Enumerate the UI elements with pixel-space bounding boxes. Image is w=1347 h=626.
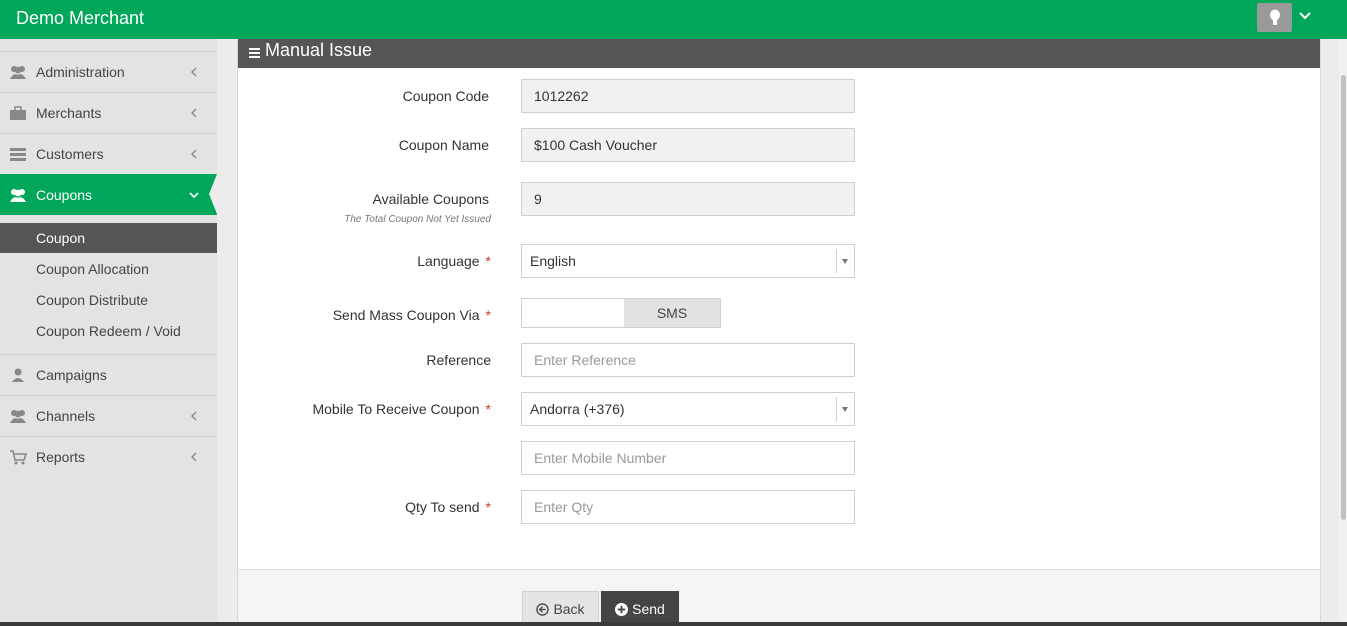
dropdown-caret-icon xyxy=(836,249,854,273)
list-icon xyxy=(10,148,26,161)
chevron-left-icon xyxy=(191,67,197,77)
available-coupons-label: Available Coupons xyxy=(372,191,490,207)
available-coupons-hint: The Total Coupon Not Yet Issued xyxy=(344,214,491,225)
sidebar-item-label: Merchants xyxy=(36,105,102,121)
coupon-name-value: $100 Cash Voucher xyxy=(534,137,657,153)
sidebar-subitem-label: Coupon Distribute xyxy=(36,292,149,308)
available-coupons-field: 9 xyxy=(521,182,855,216)
mobile-number-placeholder: Enter Mobile Number xyxy=(534,450,667,466)
available-coupons-value: 9 xyxy=(534,191,542,207)
qty-placeholder: Enter Qty xyxy=(534,499,594,515)
back-button[interactable]: Back xyxy=(522,591,599,626)
country-code-value: Andorra (+376) xyxy=(530,401,625,417)
qty-label-text: Qty To send xyxy=(405,499,480,515)
menu-icon xyxy=(249,48,260,58)
chevron-down-icon xyxy=(189,192,199,199)
language-select[interactable]: English xyxy=(521,244,855,278)
chevron-left-icon xyxy=(191,411,197,421)
arrow-left-circle-icon xyxy=(536,602,550,616)
mobile-number-input[interactable]: Enter Mobile Number xyxy=(521,441,855,475)
user-avatar[interactable] xyxy=(1257,3,1292,32)
send-button[interactable]: Send xyxy=(601,591,679,626)
cart-icon xyxy=(10,450,27,465)
lightbulb-icon xyxy=(1269,9,1280,25)
sidebar-item-label: Administration xyxy=(36,64,125,80)
send-button-label: Send xyxy=(632,601,665,617)
sidebar-item-reports[interactable]: Reports xyxy=(0,436,217,477)
send-via-option-empty[interactable] xyxy=(522,299,624,327)
required-marker: * xyxy=(485,499,491,515)
send-via-toggle-group: SMS xyxy=(521,298,721,328)
sidebar-subitem-label: Coupon xyxy=(36,230,86,246)
page-title: Manual Issue xyxy=(265,40,373,60)
required-marker: * xyxy=(485,307,491,323)
coupon-code-value: 1012262 xyxy=(534,88,589,104)
reference-label: Reference xyxy=(426,352,491,368)
panel-footer: Back Send xyxy=(238,569,1320,626)
active-indicator xyxy=(209,174,217,214)
dropdown-caret-icon xyxy=(836,397,854,421)
sidebar-subitem-label: Coupon Redeem / Void xyxy=(36,323,181,339)
top-bar: Demo Merchant xyxy=(0,0,1347,39)
required-marker: * xyxy=(485,253,491,269)
sidebar-item-coupons[interactable]: Coupons xyxy=(0,174,217,215)
language-value: English xyxy=(530,253,576,269)
coupon-name-label: Coupon Name xyxy=(398,137,489,153)
users-icon xyxy=(10,410,26,423)
sidebar-item-label: Coupons xyxy=(36,187,93,203)
mobile-label-text: Mobile To Receive Coupon xyxy=(312,401,480,417)
sidebar-item-channels[interactable]: Channels xyxy=(0,395,217,436)
language-label-text: Language xyxy=(417,253,480,269)
user-icon xyxy=(12,368,24,382)
sidebar-item-customers[interactable]: Customers xyxy=(0,133,217,174)
reference-placeholder: Enter Reference xyxy=(534,352,636,368)
chevron-left-icon xyxy=(191,149,197,159)
sidebar-item-label: Campaigns xyxy=(36,367,107,383)
sidebar-item-administration[interactable]: Administration xyxy=(0,51,217,92)
sidebar-item-label: Reports xyxy=(36,449,86,465)
back-button-label: Back xyxy=(553,601,585,617)
plus-circle-icon xyxy=(615,602,629,616)
users-icon xyxy=(10,66,26,79)
coupon-code-label: Coupon Code xyxy=(402,88,489,104)
sidebar-item-label: Customers xyxy=(36,146,104,162)
country-code-select[interactable]: Andorra (+376) xyxy=(521,392,855,426)
language-label: Language * xyxy=(417,253,491,269)
qty-label: Qty To send * xyxy=(405,499,491,515)
coupon-name-field: $100 Cash Voucher xyxy=(521,128,855,162)
chevron-left-icon xyxy=(191,452,197,462)
sidebar-subitem-coupon-redeem-void[interactable]: Coupon Redeem / Void xyxy=(0,316,217,346)
brand-name[interactable]: Demo Merchant xyxy=(16,8,144,29)
panel-header: Manual Issue xyxy=(238,39,1320,68)
chevron-down-icon[interactable] xyxy=(1297,8,1313,24)
sidebar-item-merchants[interactable]: Merchants xyxy=(0,92,217,133)
send-via-option-sms[interactable]: SMS xyxy=(624,299,720,327)
sidebar-item-label: Channels xyxy=(36,408,96,424)
mobile-label: Mobile To Receive Coupon * xyxy=(312,401,491,417)
send-via-label-text: Send Mass Coupon Via xyxy=(332,307,480,323)
sidebar-subitem-coupon-allocation[interactable]: Coupon Allocation xyxy=(0,254,217,284)
coupon-code-field: 1012262 xyxy=(521,79,855,113)
scrollbar-thumb[interactable] xyxy=(1341,75,1346,520)
send-via-label: Send Mass Coupon Via * xyxy=(333,307,491,323)
sidebar-subitem-coupon-distribute[interactable]: Coupon Distribute xyxy=(0,285,217,315)
required-marker: * xyxy=(485,401,491,417)
sidebar-subitem-coupon[interactable]: Coupon xyxy=(0,223,217,253)
sidebar-subitem-label: Coupon Allocation xyxy=(36,261,149,277)
sidebar: Administration Merchants Customers Coupo… xyxy=(0,39,217,626)
chevron-left-icon xyxy=(191,108,197,118)
sidebar-item-campaigns[interactable]: Campaigns xyxy=(0,354,217,395)
qty-input[interactable]: Enter Qty xyxy=(521,490,855,524)
taskbar-edge xyxy=(0,622,1347,626)
briefcase-icon xyxy=(10,106,26,120)
reference-input[interactable]: Enter Reference xyxy=(521,343,855,377)
users-icon xyxy=(10,189,26,202)
